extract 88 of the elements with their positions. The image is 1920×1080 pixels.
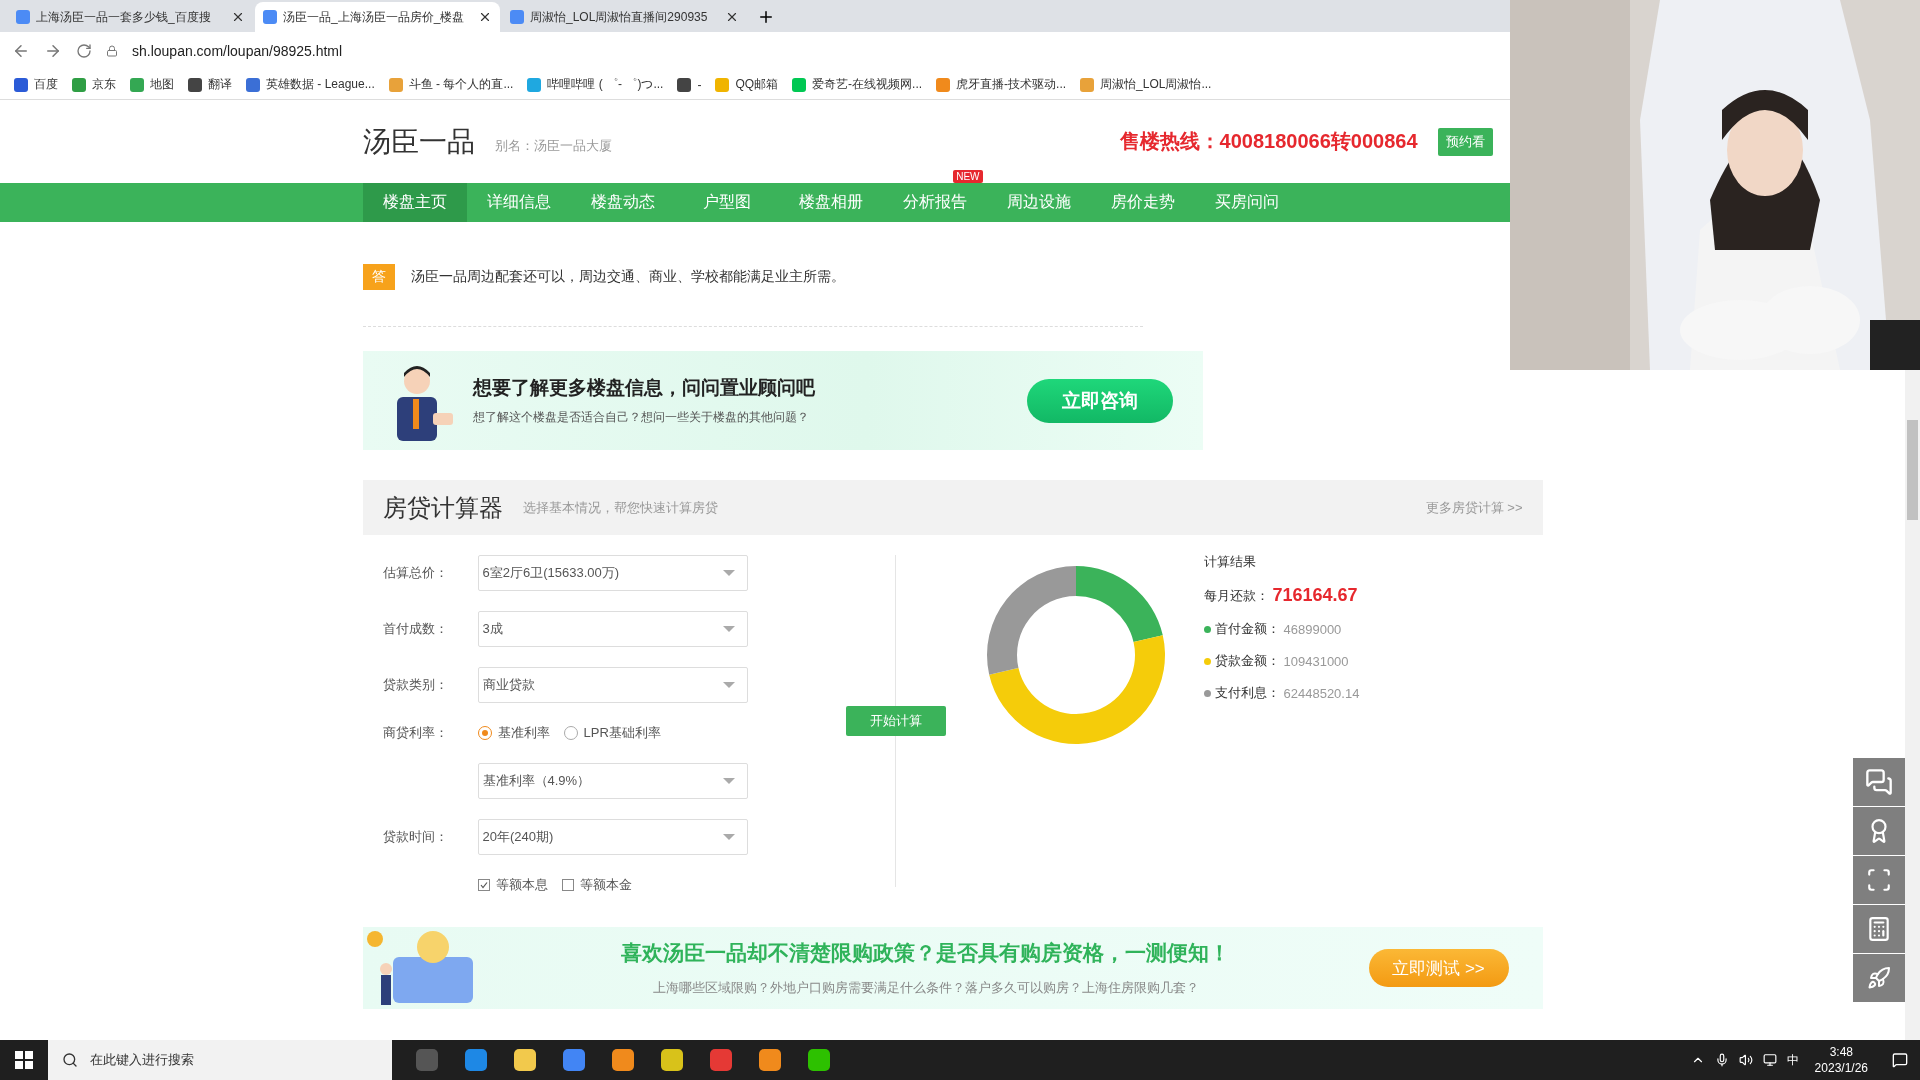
- scan-icon: [1866, 867, 1892, 893]
- windows-icon[interactable]: [15, 1051, 33, 1069]
- radio-option[interactable]: LPR基础利率: [563, 724, 661, 742]
- result-value: 109431000: [1283, 653, 1349, 669]
- hotline-text: 售楼热线：4008180066转000864: [1119, 129, 1418, 154]
- scrollbar[interactable]: [1905, 370, 1920, 1040]
- search-field[interactable]: 在此键入进行搜索: [48, 1040, 392, 1080]
- calculator-subtitle: 选择基本情况，帮您快速计算房贷: [522, 498, 719, 517]
- top-button[interactable]: [1853, 954, 1905, 1002]
- new-badge: NEW: [953, 170, 983, 183]
- result-value: 62448520.14: [1283, 685, 1360, 701]
- field-label: 首付成数：: [382, 620, 449, 638]
- bookmark[interactable]: QQ邮箱: [715, 76, 779, 93]
- notification-icon[interactable]: [1892, 1052, 1908, 1068]
- checkbox-option[interactable]: 等额本金: [561, 876, 632, 894]
- mic-icon[interactable]: [1714, 1053, 1729, 1067]
- result-label: 首付金额：: [1214, 620, 1280, 638]
- policy-subtitle: 上海哪些区域限购？外地户口购房需要满足什么条件？落户多久可以购房？上海住房限购几套？: [652, 979, 1199, 997]
- clock[interactable]: 3:48 2023/1/26: [1814, 1044, 1868, 1076]
- ime-indicator[interactable]: 中: [1786, 1051, 1799, 1069]
- answer-text: 汤臣一品周边配套还可以，周边交通、商业、学校都能满足业主所需。: [410, 268, 845, 286]
- banner-subtitle: 想了解这个楼盘是否适合自己？想问一些关于楼盘的其他问题？: [472, 409, 810, 426]
- favicon-icon: [16, 10, 30, 24]
- lock-icon: [106, 45, 118, 57]
- caret-icon: [722, 682, 735, 688]
- checkbox-option[interactable]: 等额本息: [477, 876, 548, 894]
- monthly-value: 716164.67: [1272, 585, 1358, 606]
- browser-tab[interactable]: 周淑怡_LOL周淑怡直播间290935: [502, 2, 747, 32]
- chat-icon: [1865, 768, 1893, 796]
- bookmark[interactable]: 哔哩哔哩 ( ゜- ゜)つ...: [527, 76, 664, 93]
- bookmark[interactable]: 英雄数据 - League...: [246, 76, 375, 93]
- monthly-label: 每月还款：: [1203, 586, 1269, 605]
- bookmark[interactable]: -: [677, 77, 702, 92]
- bookmark[interactable]: 翻译: [188, 76, 232, 93]
- caret-icon: [722, 834, 735, 840]
- select-field[interactable]: 6室2厅6卫(15633.00万): [477, 555, 748, 591]
- bookmark[interactable]: 周淑怡_LOL周淑怡...: [1080, 76, 1212, 93]
- calculator-icon: [1866, 916, 1892, 942]
- favicon-icon: [263, 10, 277, 24]
- radio-option[interactable]: 基准利率: [477, 724, 550, 742]
- select-field[interactable]: 基准利率（4.9%）: [477, 763, 748, 799]
- caret-icon: [722, 570, 735, 576]
- nav-tab[interactable]: 楼盘主页: [362, 183, 467, 222]
- address-field[interactable]: sh.loupan.com/loupan/98925.html: [132, 43, 343, 59]
- calculator-title: 房贷计算器: [382, 492, 503, 523]
- search-icon: [62, 1052, 78, 1068]
- back-icon[interactable]: [12, 42, 30, 60]
- select-field[interactable]: 3成: [477, 611, 748, 647]
- bookmark[interactable]: 百度: [14, 76, 58, 93]
- favicon-icon: [510, 10, 524, 24]
- network-icon[interactable]: [1762, 1053, 1777, 1067]
- project-title: 汤臣一品: [362, 124, 475, 159]
- select-field[interactable]: 20年(240期): [477, 819, 748, 855]
- browser-tab[interactable]: 上海汤臣一品一套多少钱_百度搜: [8, 2, 253, 32]
- policy-title: 喜欢汤臣一品却不清楚限购政策？是否具有购房资格，一测便知！: [621, 940, 1230, 966]
- close-icon[interactable]: [478, 10, 492, 24]
- results-title: 计算结果: [1203, 553, 1257, 571]
- bookmark[interactable]: 地图: [130, 76, 174, 93]
- caret-icon: [722, 626, 735, 632]
- calculator-button[interactable]: [1853, 905, 1905, 953]
- scan-button[interactable]: [1853, 856, 1905, 904]
- bookmark[interactable]: 斗鱼 - 每个人的直...: [388, 76, 514, 93]
- caret-icon: [722, 778, 735, 784]
- bookmark[interactable]: 虎牙直播-技术驱动...: [936, 76, 1067, 93]
- checkbox[interactable]: [477, 879, 490, 891]
- field-label: 估算总价：: [382, 564, 449, 582]
- field-label: 贷款类别：: [382, 676, 449, 694]
- rocket-icon: [1867, 966, 1891, 990]
- bookmark[interactable]: 京东: [72, 76, 116, 93]
- reload-icon[interactable]: [76, 43, 92, 59]
- bookmark[interactable]: 爱奇艺-在线视频网...: [792, 76, 923, 93]
- field-label: 商贷利率：: [382, 724, 449, 742]
- result-label: 支付利息：: [1214, 684, 1280, 702]
- badge-button[interactable]: [1853, 807, 1905, 855]
- chat-button[interactable]: [1853, 758, 1905, 806]
- volume-icon[interactable]: [1738, 1053, 1753, 1067]
- new-tab-icon[interactable]: [757, 8, 775, 26]
- browser-tab[interactable]: 汤臣一品_上海汤臣一品房价_楼盘: [255, 2, 500, 32]
- close-icon[interactable]: [725, 10, 739, 24]
- select-field[interactable]: 商业贷款: [477, 667, 748, 703]
- close-icon[interactable]: [231, 10, 245, 24]
- answer-badge: 答: [362, 264, 395, 290]
- result-label: 贷款金额：: [1214, 652, 1280, 670]
- result-value: 46899000: [1283, 621, 1342, 637]
- banner-title: 想要了解更多楼盘信息，问问置业顾问吧: [472, 376, 816, 400]
- checkbox[interactable]: [561, 879, 574, 891]
- field-label: 贷款时间：: [382, 828, 449, 846]
- forward-icon[interactable]: [44, 42, 62, 60]
